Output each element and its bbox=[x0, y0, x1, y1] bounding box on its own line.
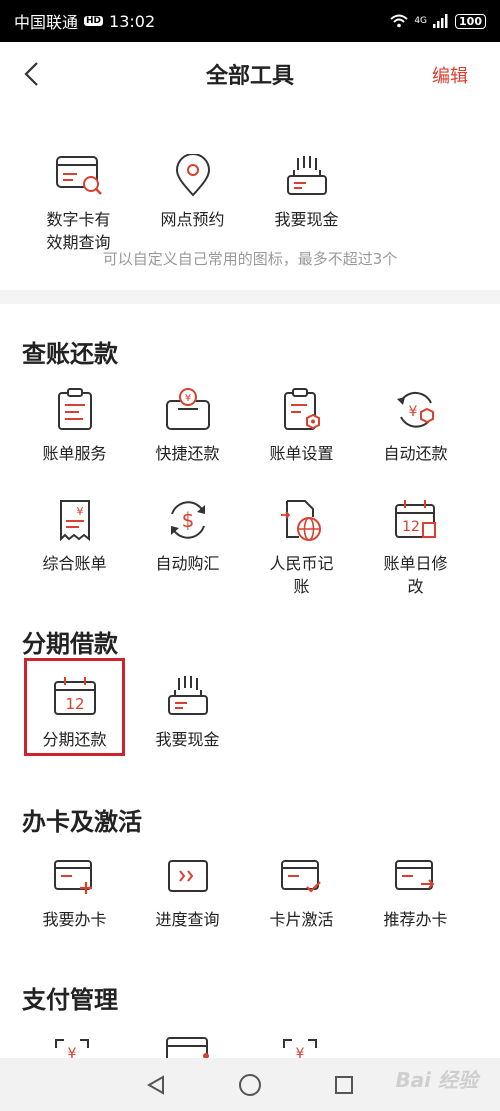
tool-combined-bill[interactable]: ¥ 综合账单 bbox=[18, 496, 131, 575]
currency-exchange-icon: $ bbox=[164, 496, 212, 544]
nav-home-circle-icon[interactable] bbox=[238, 1073, 262, 1097]
section-title-card: 办卡及激活 bbox=[22, 808, 142, 836]
nav-back-triangle-icon[interactable] bbox=[145, 1074, 167, 1096]
tool-card-expiry-query[interactable]: 数字卡有 效期查询 bbox=[22, 152, 135, 254]
edit-button[interactable]: 编辑 bbox=[432, 62, 468, 88]
quick-repay-icon: ¥ bbox=[164, 386, 212, 434]
location-pin-icon bbox=[169, 152, 217, 200]
chevron-left-icon bbox=[24, 62, 38, 86]
svg-text:12: 12 bbox=[65, 695, 84, 713]
calendar-edit-icon: 12 bbox=[392, 496, 440, 544]
favorites-note: 可以自定义自己常用的图标，最多不超过3个 bbox=[102, 250, 398, 268]
battery-level: 100 bbox=[455, 13, 486, 29]
carrier-name: 中国联通 bbox=[14, 13, 79, 32]
tool-auto-exchange[interactable]: $ 自动购汇 bbox=[131, 496, 244, 575]
tool-branch-appointment[interactable]: 网点预约 bbox=[136, 152, 249, 231]
svg-text:¥: ¥ bbox=[68, 1046, 77, 1058]
tool-label: 推荐办卡 bbox=[383, 910, 448, 929]
section-divider bbox=[0, 290, 500, 304]
cash-hand-icon bbox=[283, 152, 331, 200]
auto-repay-icon: ¥ bbox=[392, 386, 440, 434]
tool-recommend-card[interactable]: 推荐办卡 bbox=[359, 852, 472, 931]
watermark: Bai 经验 bbox=[395, 1068, 478, 1092]
tool-label: 自动还款 bbox=[383, 444, 448, 463]
tool-label: 我要现金 bbox=[155, 730, 220, 749]
tool-label: 账单日修 改 bbox=[383, 554, 448, 596]
svg-text:12: 12 bbox=[402, 519, 420, 535]
tool-label: 账单设置 bbox=[269, 444, 334, 463]
tool-label: 自动购汇 bbox=[155, 554, 220, 573]
tool-bill-service[interactable]: 账单服务 bbox=[18, 386, 131, 465]
receipt-icon: ¥ bbox=[51, 496, 99, 544]
signal-icon bbox=[433, 14, 448, 28]
favorites-panel: 数字卡有 效期查询 网点预约 我要现金 可以自定义自己常用的图标，最多不超过3个 bbox=[0, 106, 500, 290]
tool-label: 账单服务 bbox=[42, 444, 107, 463]
globe-doc-icon bbox=[278, 496, 326, 544]
card-recommend-icon bbox=[392, 852, 440, 900]
status-bar: 中国联通 HD 13:02 4G 100 bbox=[0, 0, 500, 42]
payment-qr-yuan-icon[interactable]: ¥ bbox=[52, 1036, 92, 1058]
section-title-billing: 查账还款 bbox=[22, 340, 118, 368]
section-title-installment: 分期借款 bbox=[22, 630, 118, 658]
status-icons: 4G 100 bbox=[390, 13, 486, 29]
payment-icons-partial: ¥ ¥ bbox=[0, 1030, 500, 1058]
clock: 13:02 bbox=[109, 11, 156, 31]
calendar-12-icon: 12 bbox=[51, 672, 99, 720]
tool-card-activate[interactable]: 卡片激活 bbox=[245, 852, 358, 931]
tool-auto-repay[interactable]: ¥ 自动还款 bbox=[359, 386, 472, 465]
section-title-payment: 支付管理 bbox=[22, 986, 118, 1014]
tool-quick-repay[interactable]: ¥ 快捷还款 bbox=[131, 386, 244, 465]
card-add-icon bbox=[51, 852, 99, 900]
tool-label: 卡片激活 bbox=[269, 910, 334, 929]
tool-progress-query[interactable]: 进度查询 bbox=[131, 852, 244, 931]
svg-text:¥: ¥ bbox=[76, 505, 83, 518]
tool-apply-card[interactable]: 我要办卡 bbox=[18, 852, 131, 931]
bill-icon bbox=[51, 386, 99, 434]
tool-label: 我要现金 bbox=[274, 210, 339, 229]
payment-scan-yuan-icon[interactable]: ¥ bbox=[280, 1036, 320, 1058]
svg-text:$: $ bbox=[181, 508, 194, 532]
back-button[interactable] bbox=[16, 56, 46, 92]
svg-text:¥: ¥ bbox=[184, 393, 190, 404]
tool-get-cash-2[interactable]: 我要现金 bbox=[131, 672, 244, 751]
card-search-icon bbox=[55, 152, 103, 200]
cash-hand-icon bbox=[164, 672, 212, 720]
tool-rmb-accounting[interactable]: 人民币记 账 bbox=[245, 496, 358, 598]
tool-label: 我要办卡 bbox=[42, 910, 107, 929]
tool-label: 进度查询 bbox=[155, 910, 220, 929]
page-title: 全部工具 bbox=[205, 64, 294, 89]
tool-label: 网点预约 bbox=[160, 210, 225, 229]
progress-query-icon bbox=[164, 852, 212, 900]
svg-text:¥: ¥ bbox=[408, 404, 417, 420]
hd-badge: HD bbox=[84, 16, 104, 26]
nav-recents-square-icon[interactable] bbox=[333, 1074, 355, 1096]
tool-get-cash[interactable]: 我要现金 bbox=[250, 152, 363, 231]
tool-bill-settings[interactable]: 账单设置 bbox=[245, 386, 358, 465]
tool-label: 人民币记 账 bbox=[269, 554, 334, 596]
network-type: 4G bbox=[414, 16, 428, 26]
svg-text:¥: ¥ bbox=[296, 1046, 305, 1058]
card-activate-icon bbox=[278, 852, 326, 900]
tool-label: 快捷还款 bbox=[155, 444, 220, 463]
tool-label: 分期还款 bbox=[42, 730, 107, 749]
tool-bill-date-edit[interactable]: 12 账单日修 改 bbox=[359, 496, 472, 598]
top-navigation-bar: 全部工具 编辑 bbox=[0, 42, 500, 106]
wifi-icon bbox=[390, 14, 408, 28]
bill-settings-icon bbox=[278, 386, 326, 434]
tool-installment-repay[interactable]: 12 分期还款 bbox=[18, 672, 131, 751]
payment-card-icon[interactable] bbox=[164, 1036, 212, 1058]
tool-label: 综合账单 bbox=[42, 554, 107, 573]
